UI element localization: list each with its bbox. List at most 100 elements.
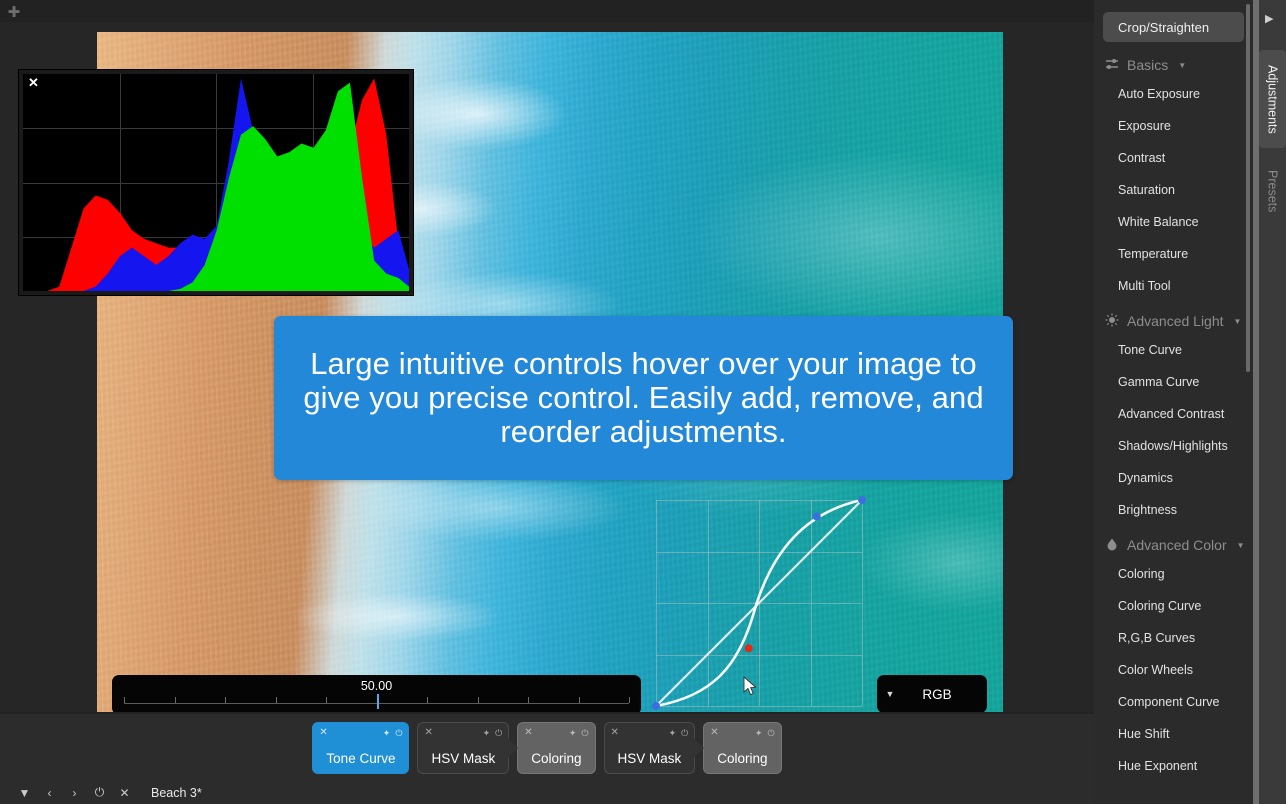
chip-icon-row: ✕ ✦ ⏻ — [704, 726, 780, 740]
chip-pin-icon[interactable]: ✦ — [483, 727, 491, 739]
layer-chip-tone-curve[interactable]: ✕ ✦ ⏻ Tone Curve — [312, 721, 410, 774]
status-bar: ▼ ‹ › ⏻ ✕ Beach 3* — [0, 781, 1094, 804]
chevron-down-icon[interactable]: ▼ — [1237, 541, 1245, 550]
adjustment-item-advanced-contrast[interactable]: Advanced Contrast — [1094, 398, 1253, 430]
layer-chip-label: Coloring — [531, 750, 582, 766]
curve-control-point[interactable] — [858, 496, 866, 504]
adjustment-item-gamma-curve[interactable]: Gamma Curve — [1094, 366, 1253, 398]
layer-chip-coloring[interactable]: ✕ ✦ ⏻ Coloring — [703, 721, 782, 774]
adjustment-item-hue-shift[interactable]: Hue Shift — [1094, 718, 1253, 750]
method-dropdown[interactable]: ▼ RGB — [877, 675, 987, 712]
image-canvas[interactable]: ✕ Large intuitive controls hover over yo… — [0, 22, 1094, 712]
tone-curve-svg — [652, 496, 866, 710]
panel-bottom-filler — [1094, 781, 1253, 804]
photo-editor-window: ✚ ✕ Large intuitive controls hover over … — [0, 0, 1286, 804]
adjustment-item-white-balance[interactable]: White Balance — [1094, 206, 1253, 238]
side-tab-rail: ▶ Adjustments Presets — [1253, 0, 1286, 804]
layer-chip-hsv-mask[interactable]: ✕ ✦ ⏻ HSV Mask — [603, 721, 696, 774]
tab-adjustments[interactable]: Adjustments — [1259, 50, 1286, 148]
layer-chip-hsv-mask[interactable]: ✕ ✦ ⏻ HSV Mask — [417, 721, 510, 774]
next-icon[interactable]: › — [62, 786, 87, 800]
section-header-label: Advanced Color — [1127, 537, 1227, 553]
amount-slider-tick — [629, 697, 630, 703]
chip-pin-icon[interactable]: ✦ — [383, 727, 391, 739]
chip-pin-icon[interactable]: ✦ — [669, 727, 677, 739]
chip-power-icon[interactable]: ⏻ — [495, 727, 502, 739]
panel-scrollbar[interactable] — [1246, 4, 1250, 372]
document-title: Beach 3* — [151, 785, 202, 800]
section-header-label: Basics — [1127, 57, 1169, 73]
feature-callout: Large intuitive controls hover over your… — [274, 316, 1013, 480]
power-icon[interactable]: ⏻ — [87, 785, 112, 800]
chip-close-icon[interactable]: ✕ — [710, 727, 718, 739]
chip-close-icon[interactable]: ✕ — [524, 727, 532, 739]
method-dropdown-value: RGB — [922, 686, 952, 702]
adjustment-item-dynamics[interactable]: Dynamics — [1094, 462, 1253, 494]
adjustment-item-component-curve[interactable]: Component Curve — [1094, 686, 1253, 718]
adjustment-item-tone-curve[interactable]: Tone Curve — [1094, 334, 1253, 366]
adjustment-item-multi-tool[interactable]: Multi Tool — [1094, 270, 1253, 302]
histogram-svg — [23, 78, 409, 291]
chip-spacer — [409, 747, 417, 748]
adjustment-item-coloring[interactable]: Coloring — [1094, 558, 1253, 590]
crop-straighten-button[interactable]: Crop/Straighten — [1103, 12, 1244, 42]
layer-chip-coloring[interactable]: ✕ ✦ ⏻ Coloring — [517, 721, 596, 774]
histogram-close-icon[interactable]: ✕ — [28, 76, 39, 90]
chip-power-icon[interactable]: ⏻ — [767, 727, 774, 739]
histogram-panel[interactable]: ✕ — [18, 69, 414, 296]
curve-control-point[interactable] — [652, 702, 660, 710]
close-icon[interactable]: ✕ — [112, 786, 137, 800]
adjustment-item-brightness[interactable]: Brightness — [1094, 494, 1253, 526]
chip-pin-icon[interactable]: ✦ — [569, 727, 577, 739]
section-header-basics[interactable]: Basics ▼ — [1094, 52, 1253, 78]
adjustment-item-saturation[interactable]: Saturation — [1094, 174, 1253, 206]
chip-close-icon[interactable]: ✕ — [611, 727, 619, 739]
chip-close-icon[interactable]: ✕ — [319, 727, 327, 739]
chip-power-icon[interactable]: ⏻ — [395, 727, 402, 739]
dropdown-icon[interactable]: ▼ — [12, 786, 37, 800]
adjustments-panel: Crop/Straighten Basics ▼ Auto Exposure Expo… — [1094, 0, 1253, 804]
droplet-icon — [1105, 537, 1119, 554]
histogram-plot: ✕ — [23, 74, 409, 291]
tab-presets[interactable]: Presets — [1259, 155, 1286, 227]
curve-control-point[interactable] — [744, 644, 753, 653]
chip-pin-icon[interactable]: ✦ — [755, 727, 763, 739]
amount-slider-value: 50.00 — [360, 679, 393, 693]
section-header-advanced-light[interactable]: Advanced Light ▼ — [1094, 308, 1253, 334]
amount-slider-thumb[interactable] — [376, 694, 379, 709]
chip-close-icon[interactable]: ✕ — [424, 727, 432, 739]
adjustment-item-shadows-highlights[interactable]: Shadows/Highlights — [1094, 430, 1253, 462]
chip-power-icon[interactable]: ⏻ — [581, 727, 588, 739]
previous-icon[interactable]: ‹ — [37, 786, 62, 800]
layer-chip-label: HSV Mask — [617, 750, 682, 766]
chevron-down-icon[interactable]: ▼ — [877, 689, 903, 699]
chevron-down-icon[interactable]: ▼ — [1234, 317, 1242, 326]
chip-spacer — [596, 747, 604, 748]
adjustments-list: Basics ▼ Auto Exposure Exposure Contrast Satu… — [1094, 52, 1253, 804]
adjustment-item-exposure[interactable]: Exposure — [1094, 110, 1253, 142]
adjustment-item-r-g-b-curves[interactable]: R,G,B Curves — [1094, 622, 1253, 654]
amount-slider[interactable]: 50.00 — [112, 675, 641, 712]
tone-curve-widget[interactable] — [652, 496, 866, 710]
chip-icon-row: ✕ ✦ ⏻ — [605, 726, 695, 740]
adjustment-item-color-wheels[interactable]: Color Wheels — [1094, 654, 1253, 686]
chip-icon-row: ✕ ✦ ⏻ — [313, 726, 408, 740]
adjustment-item-temperature[interactable]: Temperature — [1094, 238, 1253, 270]
adjustment-item-coloring-curve[interactable]: Coloring Curve — [1094, 590, 1253, 622]
add-icon[interactable]: ✚ — [6, 5, 22, 21]
adjustment-item-hue-exponent[interactable]: Hue Exponent — [1094, 750, 1253, 782]
expand-panel-icon[interactable]: ▶ — [1265, 12, 1273, 25]
layer-chip-label: HSV Mask — [431, 750, 496, 766]
section-header-label: Advanced Light — [1127, 313, 1224, 329]
chip-icon-row: ✕ ✦ ⏻ — [518, 726, 594, 740]
feature-callout-text: Large intuitive controls hover over your… — [303, 346, 984, 449]
sun-icon — [1105, 313, 1119, 330]
adjustment-layer-strip: ✕ ✦ ⏻ Tone Curve ✕ ✦ ⏻ HSV Mask ✕ ✦ ⏻ Coloring ✕ ✦ ⏻ HS… — [0, 714, 1094, 781]
chevron-down-icon[interactable]: ▼ — [1178, 61, 1186, 70]
adjustment-item-contrast[interactable]: Contrast — [1094, 142, 1253, 174]
chip-power-icon[interactable]: ⏻ — [681, 727, 688, 739]
chip-connector-arrow — [694, 737, 705, 758]
curve-control-point[interactable] — [812, 512, 821, 521]
adjustment-item-auto-exposure[interactable]: Auto Exposure — [1094, 78, 1253, 110]
section-header-advanced-color[interactable]: Advanced Color ▼ — [1094, 532, 1253, 558]
